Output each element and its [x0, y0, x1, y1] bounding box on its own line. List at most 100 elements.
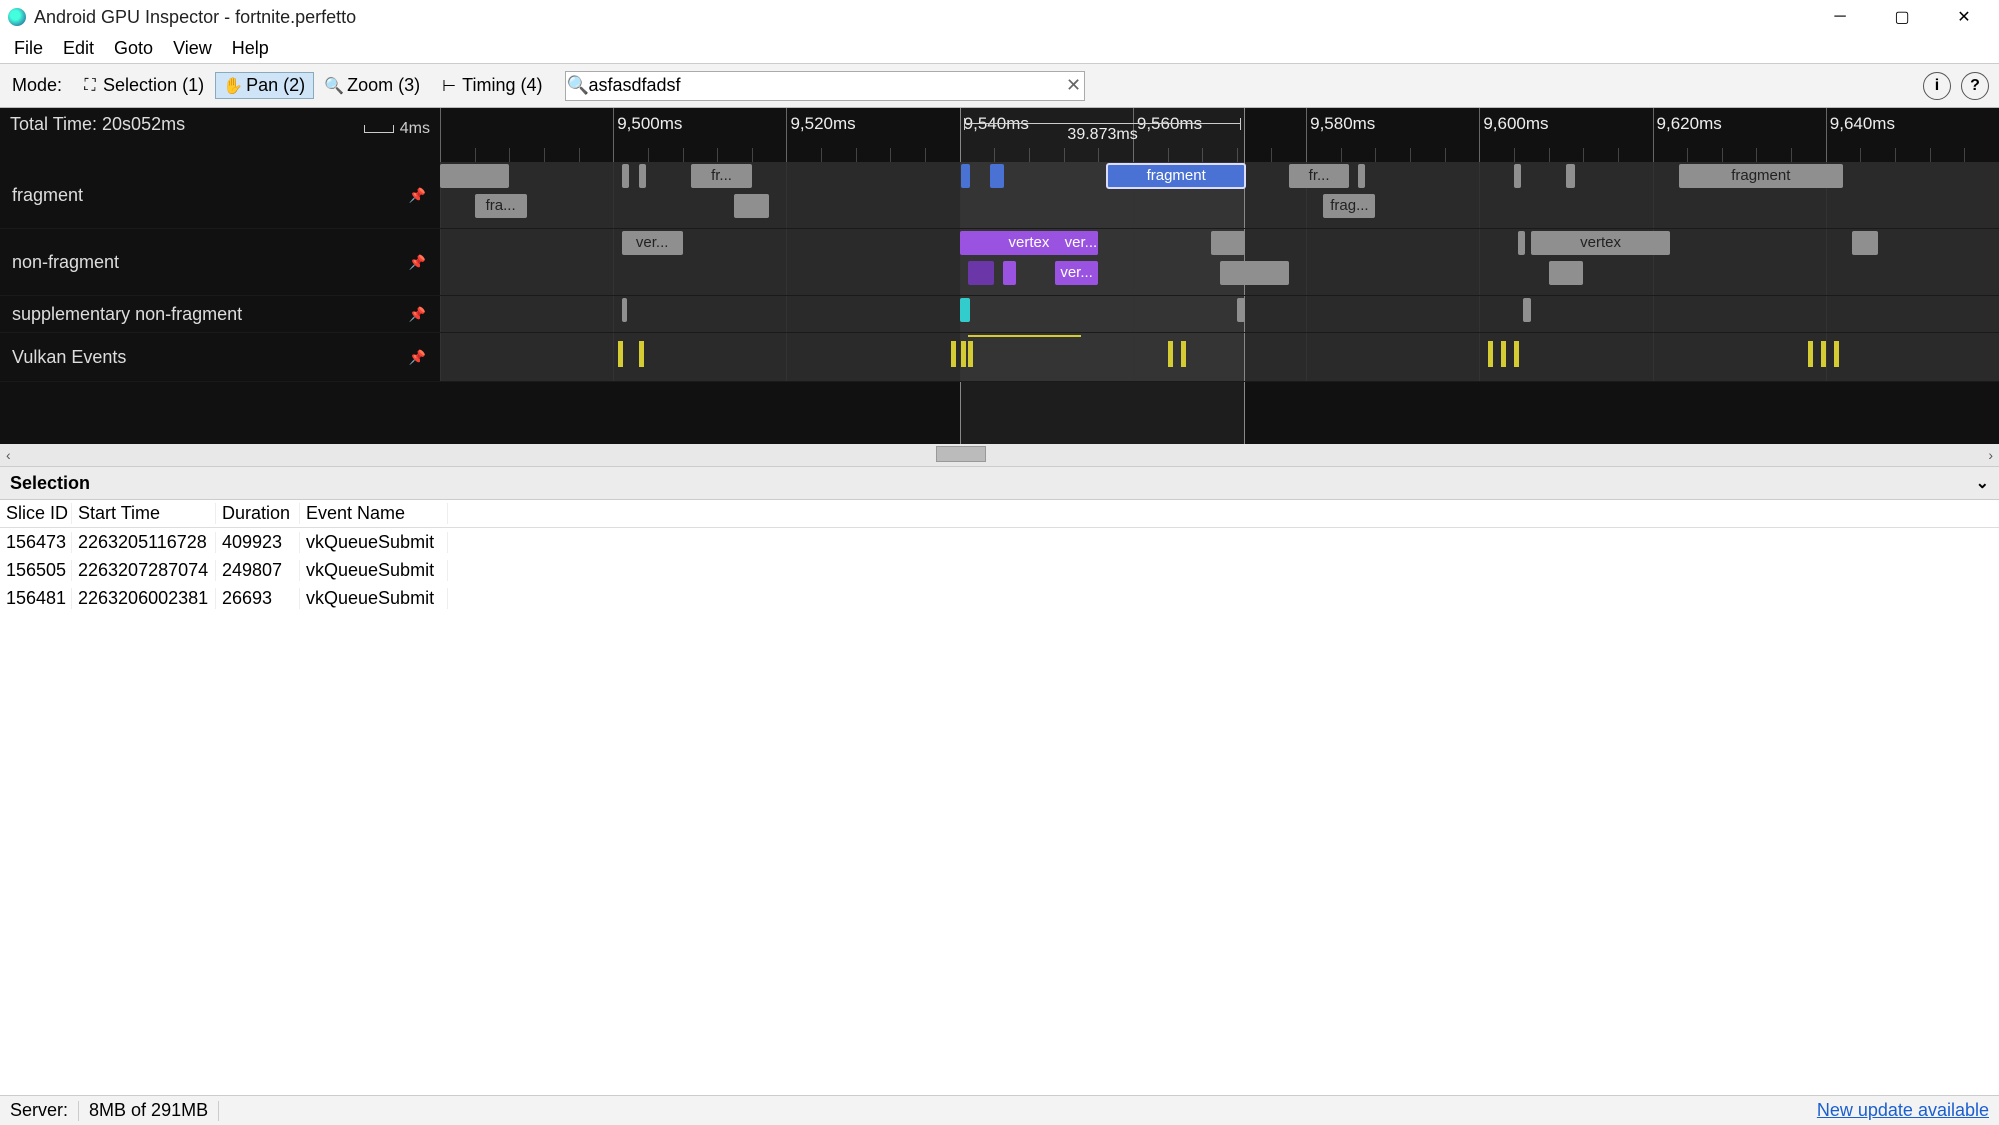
total-time: Total Time: 20s052ms	[10, 114, 185, 135]
slice[interactable]	[440, 164, 509, 188]
col-start[interactable]: Start Time	[72, 503, 216, 524]
vulkan-event-mark[interactable]	[1488, 341, 1493, 367]
timeline[interactable]: Total Time: 20s052ms 4ms 9,500ms9,520ms9…	[0, 108, 1999, 444]
slice[interactable]: fr...	[691, 164, 752, 188]
clear-search-icon[interactable]: ✕	[1062, 75, 1084, 96]
mode-timing-button[interactable]: ⊢Timing (4)	[431, 72, 551, 99]
menu-help[interactable]: Help	[222, 36, 279, 61]
chevron-down-icon[interactable]: ⌄	[1976, 473, 1989, 493]
slice[interactable]	[1003, 261, 1016, 285]
search-input-wrap[interactable]: 🔍 ✕	[565, 71, 1085, 101]
mode-pan-button[interactable]: ✋Pan (2)	[215, 72, 314, 99]
track-lane[interactable]: fr... fragment fr... fragment fra... frag...	[440, 162, 1999, 228]
vulkan-event-mark[interactable]	[961, 341, 966, 367]
track-label: fragment	[12, 185, 83, 206]
vulkan-event-mark[interactable]	[1834, 341, 1839, 367]
mode-label: Mode:	[6, 73, 68, 98]
slice[interactable]	[1220, 261, 1289, 285]
slice[interactable]	[622, 164, 629, 188]
vulkan-event-mark[interactable]	[968, 341, 973, 367]
col-event[interactable]: Event Name	[300, 503, 448, 524]
vulkan-event-mark[interactable]	[618, 341, 623, 367]
slice[interactable]	[968, 261, 994, 285]
ruler-tick: 9,600ms	[1483, 114, 1548, 134]
vulkan-event-mark[interactable]	[639, 341, 644, 367]
menu-file[interactable]: File	[4, 36, 53, 61]
titlebar: Android GPU Inspector - fortnite.perfett…	[0, 0, 1999, 34]
track-lane[interactable]	[440, 333, 1999, 381]
statusbar: Server: 8MB of 291MB New update availabl…	[0, 1095, 1999, 1125]
pan-icon: ✋	[224, 77, 242, 95]
ruler-tick: 9,520ms	[790, 114, 855, 134]
slice[interactable]	[1852, 231, 1878, 255]
slice[interactable]	[960, 298, 970, 322]
slice[interactable]	[734, 194, 769, 218]
table-row[interactable]: 1565052263207287074249807vkQueueSubmit	[0, 556, 1999, 584]
maximize-button[interactable]: ▢	[1871, 0, 1933, 34]
slice[interactable]	[990, 164, 1004, 188]
slice[interactable]	[1549, 261, 1584, 285]
info-icon[interactable]: i	[1923, 72, 1951, 100]
menu-view[interactable]: View	[163, 36, 222, 61]
track-label: non-fragment	[12, 252, 119, 273]
selection-panel-header[interactable]: Selection ⌄	[0, 466, 1999, 500]
slice[interactable]: fr...	[1289, 164, 1350, 188]
pin-icon[interactable]: 📌	[409, 254, 426, 271]
vulkan-event-mark[interactable]	[1168, 341, 1173, 367]
slice[interactable]	[1523, 298, 1532, 322]
track-lane[interactable]	[440, 296, 1999, 332]
slice[interactable]: fragment	[1107, 164, 1246, 188]
track-label: Vulkan Events	[12, 347, 126, 368]
slice[interactable]: fra...	[475, 194, 527, 218]
slice[interactable]	[1211, 231, 1246, 255]
app-icon	[8, 8, 26, 26]
selection-icon: ⛶	[81, 77, 99, 95]
server-label: Server:	[10, 1100, 68, 1121]
slice[interactable]: vertex	[1531, 231, 1670, 255]
track-lane[interactable]: ver...vertexver...vertexver...	[440, 229, 1999, 295]
vulkan-event-mark[interactable]	[951, 341, 956, 367]
slice[interactable]	[1566, 164, 1575, 188]
col-dur[interactable]: Duration	[216, 503, 300, 524]
pin-icon[interactable]: 📌	[409, 349, 426, 366]
vulkan-event-mark[interactable]	[1181, 341, 1186, 367]
close-button[interactable]: ✕	[1933, 0, 1995, 34]
slice[interactable]: fragment	[1679, 164, 1844, 188]
selection-table: Slice IDStart TimeDurationEvent Name 156…	[0, 500, 1999, 612]
pin-icon[interactable]: 📌	[409, 306, 426, 323]
search-input[interactable]	[588, 73, 1062, 99]
scroll-thumb[interactable]	[936, 446, 986, 462]
help-icon[interactable]: ?	[1961, 72, 1989, 100]
menu-goto[interactable]: Goto	[104, 36, 163, 61]
slice[interactable]	[639, 164, 646, 188]
vulkan-event-mark[interactable]	[1501, 341, 1506, 367]
slice[interactable]: ver...	[622, 231, 683, 255]
ruler-tick: 9,500ms	[617, 114, 682, 134]
table-row[interactable]: 1564732263205116728409923vkQueueSubmit	[0, 528, 1999, 556]
search-icon: 🔍	[566, 75, 588, 96]
mode-selection-button[interactable]: ⛶Selection (1)	[72, 72, 213, 99]
slice[interactable]	[961, 164, 970, 188]
slice[interactable]: ver...	[1064, 231, 1099, 255]
slice[interactable]	[1518, 231, 1525, 255]
update-link[interactable]: New update available	[1817, 1100, 1989, 1121]
vulkan-event-mark[interactable]	[1808, 341, 1813, 367]
slice[interactable]	[1358, 164, 1365, 188]
slice[interactable]: ver...	[1055, 261, 1098, 285]
minimize-button[interactable]: ─	[1809, 0, 1871, 34]
slice[interactable]: frag...	[1323, 194, 1375, 218]
time-ruler[interactable]: 9,500ms9,520ms9,540ms9,560ms9,580ms9,600…	[440, 108, 1999, 162]
timeline-scrollbar[interactable]: ‹ ›	[0, 444, 1999, 466]
table-row[interactable]: 156481226320600238126693vkQueueSubmit	[0, 584, 1999, 612]
slice[interactable]	[622, 298, 627, 322]
zoom-icon: 🔍	[325, 77, 343, 95]
vulkan-event-mark[interactable]	[1514, 341, 1519, 367]
mode-zoom-button[interactable]: 🔍Zoom (3)	[316, 72, 429, 99]
window-title: Android GPU Inspector - fortnite.perfett…	[34, 7, 356, 28]
menu-edit[interactable]: Edit	[53, 36, 104, 61]
col-slice_id[interactable]: Slice ID	[0, 503, 72, 524]
pin-icon[interactable]: 📌	[409, 187, 426, 204]
slice[interactable]	[1237, 298, 1246, 322]
slice[interactable]	[1514, 164, 1521, 188]
vulkan-event-mark[interactable]	[1821, 341, 1826, 367]
